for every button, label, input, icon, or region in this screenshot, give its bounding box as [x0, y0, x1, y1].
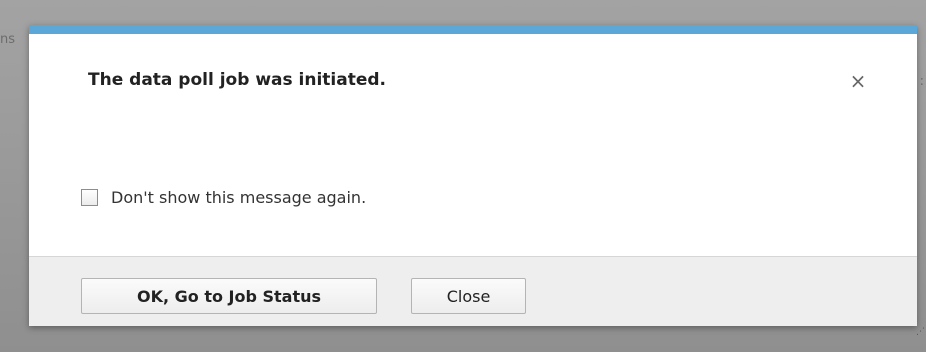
dialog-title: The data poll job was initiated. — [88, 70, 386, 90]
background-text-fragment: ns — [0, 32, 16, 47]
resize-grip-icon[interactable]: ⋰ — [916, 328, 925, 337]
dont-show-again-label: Don't show this message again. — [111, 188, 367, 207]
notification-dialog: The data poll job was initiated. × Don't… — [29, 25, 917, 326]
dont-show-again-checkbox[interactable] — [81, 189, 98, 206]
go-to-job-status-button[interactable]: OK, Go to Job Status — [81, 278, 377, 314]
close-icon[interactable]: × — [845, 68, 871, 94]
background-text-fragment-right: : — [919, 74, 924, 89]
close-button[interactable]: Close — [411, 278, 526, 314]
dialog-footer: OK, Go to Job Status Close — [29, 256, 917, 326]
dont-show-again-option[interactable]: Don't show this message again. — [81, 188, 366, 207]
